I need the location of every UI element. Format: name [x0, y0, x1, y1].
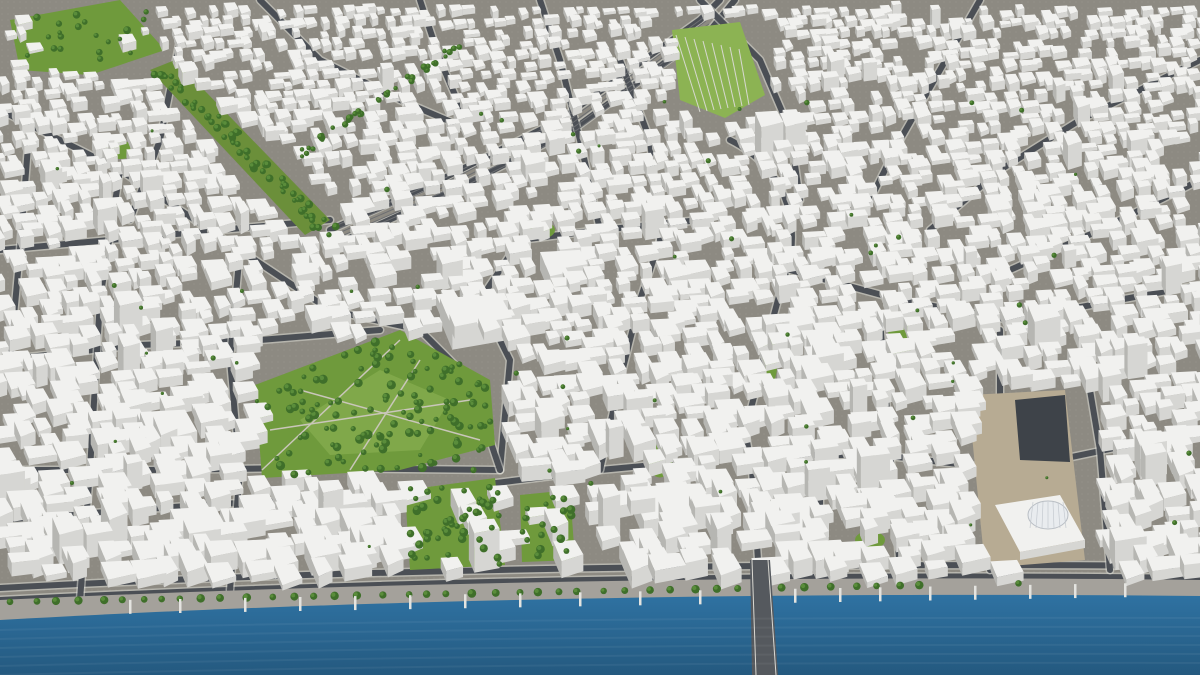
building-front: [886, 316, 904, 333]
building-front: [1165, 263, 1182, 297]
building-front: [545, 17, 560, 26]
building-front: [1158, 46, 1172, 57]
building-front: [382, 67, 394, 93]
building-front: [1154, 25, 1161, 36]
building-front: [1194, 297, 1200, 312]
city-3d-scene: [0, 0, 1200, 675]
building-front: [196, 81, 212, 91]
building-front: [870, 152, 879, 165]
building-front: [539, 58, 552, 69]
city-map-render: [0, 0, 1200, 675]
plaza-dark-area: [1015, 395, 1070, 462]
building-front: [411, 36, 421, 47]
building-front: [98, 121, 116, 133]
building-front: [549, 137, 566, 157]
building-front: [352, 80, 364, 92]
building-front: [1064, 248, 1077, 269]
building-front: [1067, 141, 1082, 170]
building-front: [1056, 83, 1066, 104]
building-front: [615, 67, 626, 78]
building-front: [785, 28, 798, 39]
building-front: [863, 61, 878, 82]
building-front: [892, 3, 902, 16]
building-front: [939, 78, 950, 90]
building-front: [333, 100, 350, 112]
